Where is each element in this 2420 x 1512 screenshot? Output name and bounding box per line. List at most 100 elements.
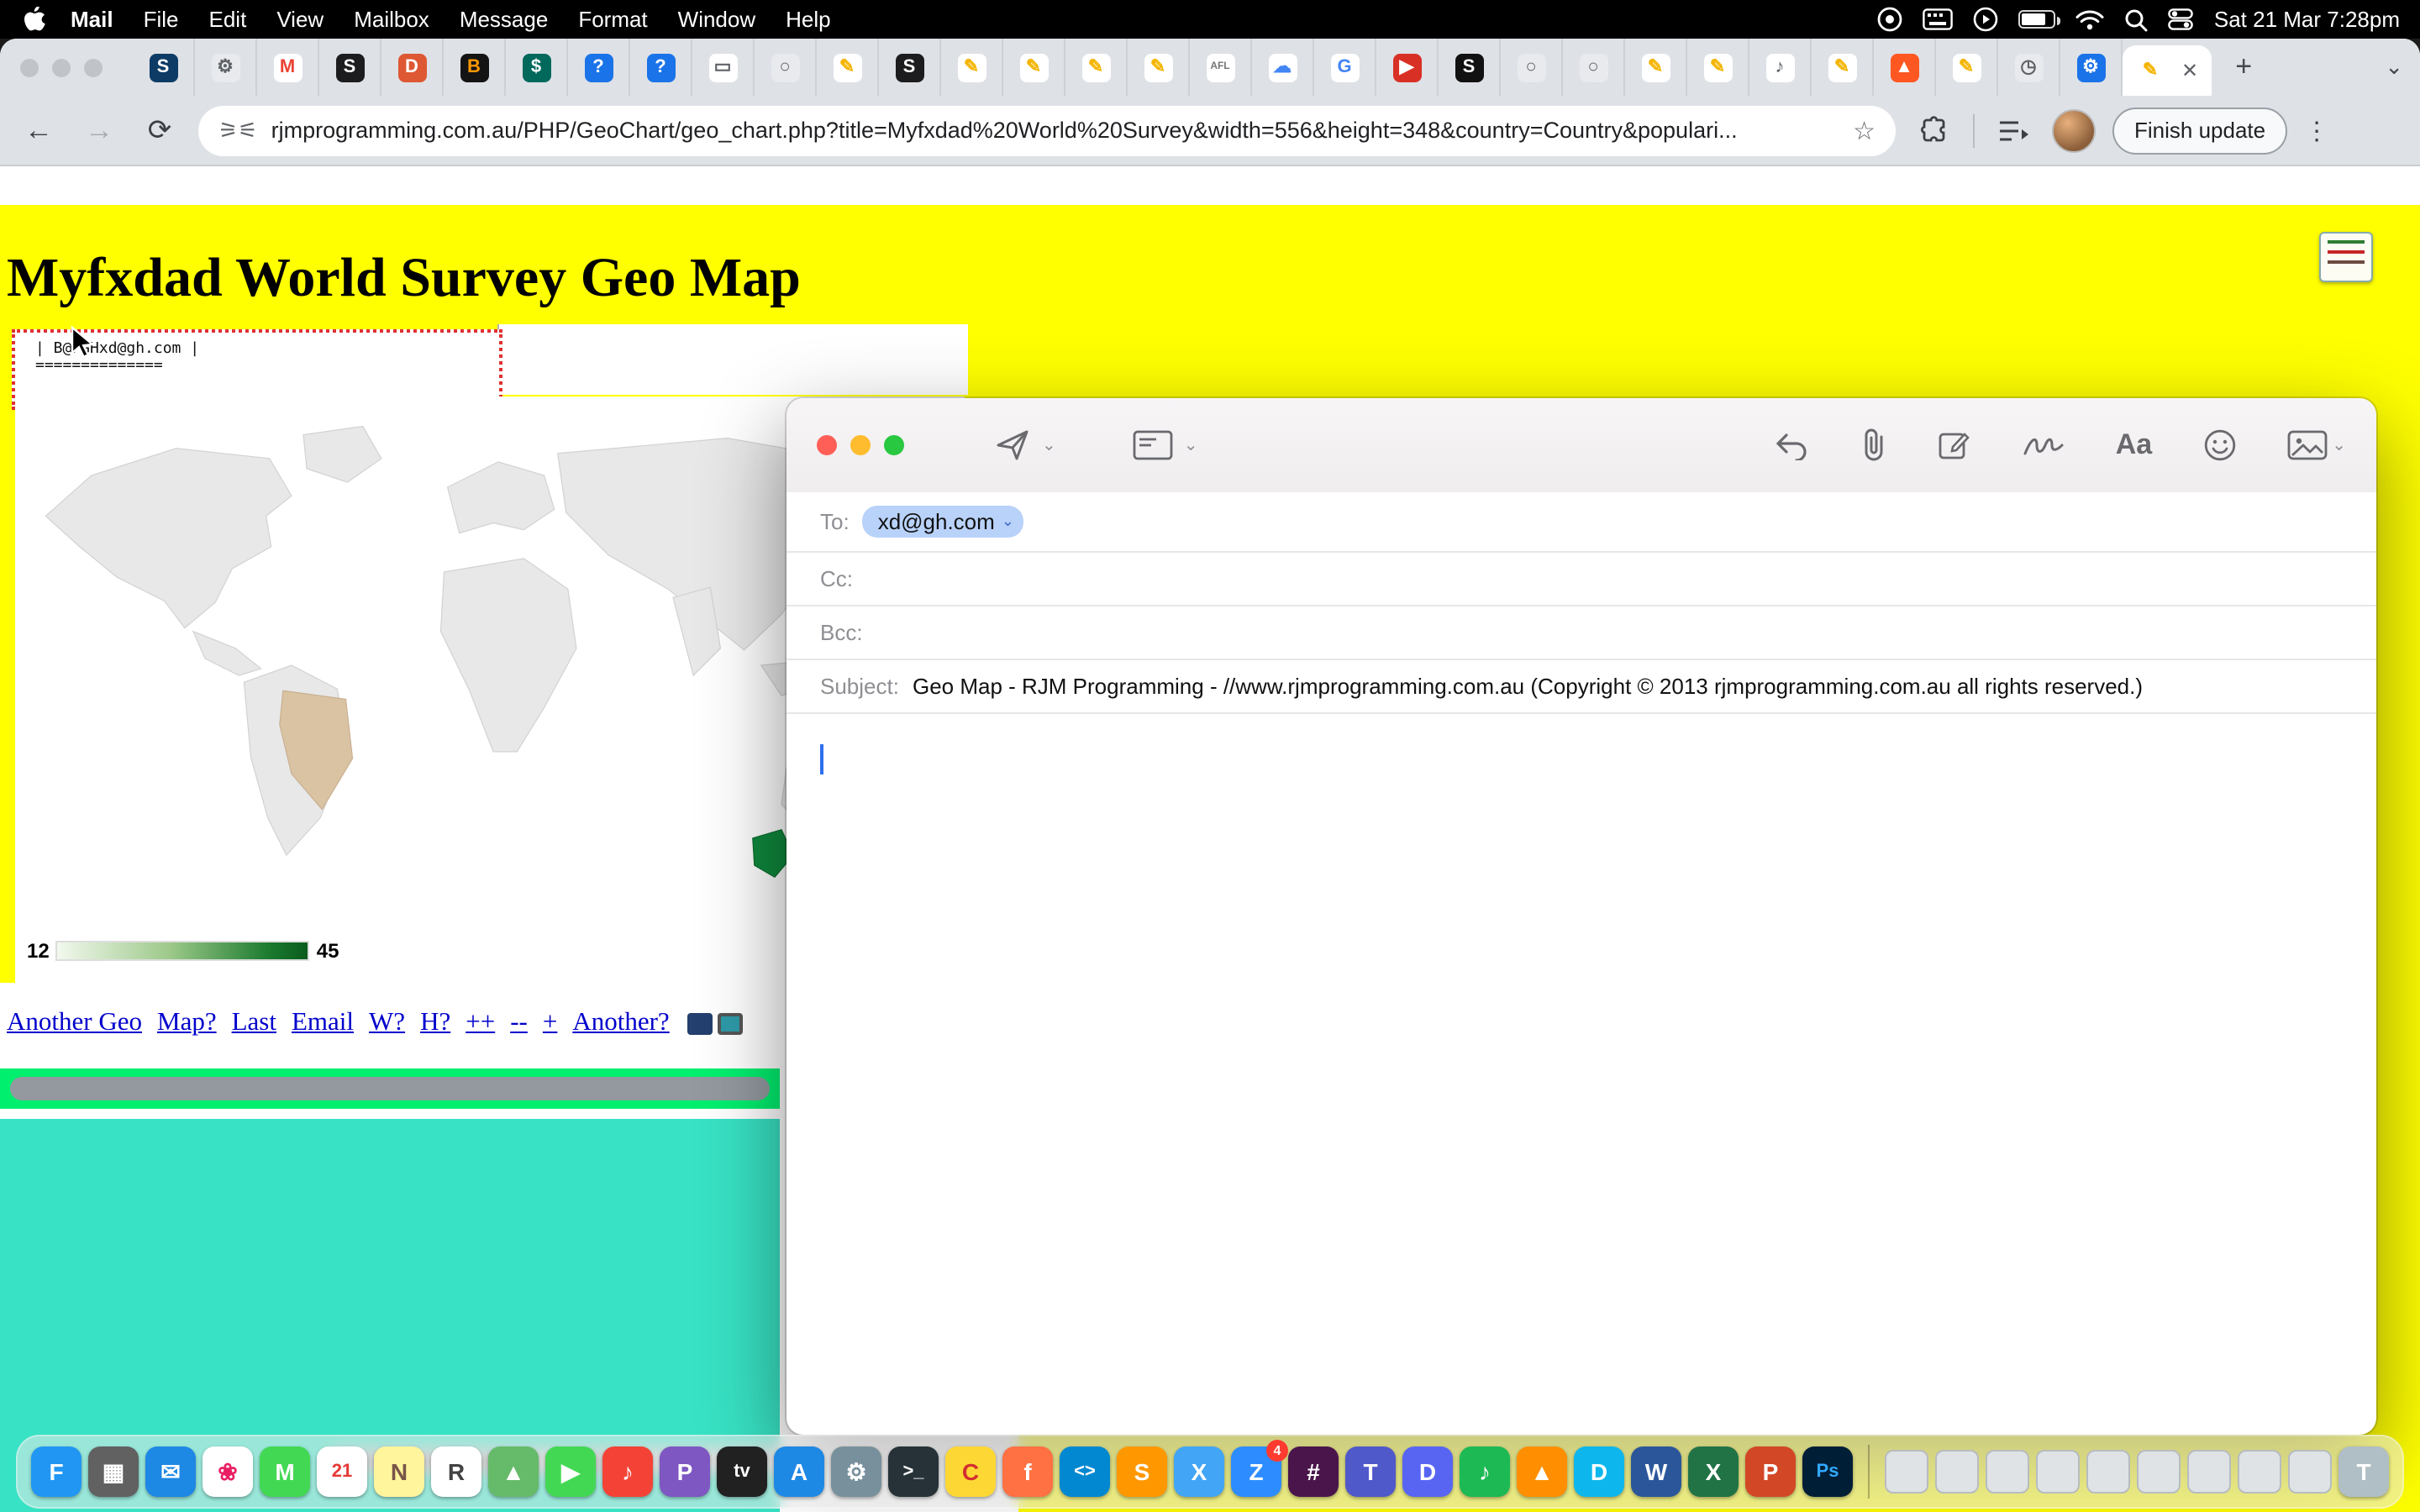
geo-link-[interactable]: --	[510, 1008, 528, 1038]
window-zoom-button[interactable]	[84, 58, 103, 76]
notepad-icon[interactable]	[2319, 232, 2373, 282]
dock-spotify-icon[interactable]: ♪	[1460, 1446, 1510, 1497]
minimized-window-4[interactable]	[2086, 1450, 2130, 1494]
subject-text[interactable]: Geo Map - RJM Programming - //www.rjmpro…	[913, 674, 2143, 699]
geo-link-[interactable]: ++	[466, 1008, 495, 1038]
dock-terminal-icon[interactable]: >_	[888, 1446, 939, 1497]
menu-edit[interactable]: Edit	[209, 7, 247, 32]
dock-zoom-icon[interactable]: Z4	[1231, 1446, 1281, 1497]
browser-tab-8[interactable]: ?	[630, 39, 692, 96]
geo-link-anothergeo[interactable]: Another Geo	[7, 1008, 142, 1038]
geo-link-last[interactable]: Last	[232, 1008, 276, 1038]
dock-photoshop-icon[interactable]: Ps	[1802, 1446, 1853, 1497]
compose-format-icon[interactable]	[1938, 428, 1971, 462]
header-fields-button[interactable]	[1134, 430, 1174, 460]
keyboard-icon[interactable]	[1923, 8, 1954, 30]
geo-link-another[interactable]: Another?	[572, 1008, 669, 1038]
menu-file[interactable]: File	[144, 7, 179, 32]
control-center-icon[interactable]	[2169, 8, 2194, 30]
window-close-button[interactable]	[20, 58, 39, 76]
minimized-window-7[interactable]	[2238, 1450, 2281, 1494]
finish-update-button[interactable]: Finish update	[2112, 107, 2287, 154]
browser-tab-4[interactable]: D	[381, 39, 444, 96]
browser-tab-19[interactable]: G	[1314, 39, 1376, 96]
browser-tab-0[interactable]: S	[133, 39, 195, 96]
browser-tab-23[interactable]: ○	[1563, 39, 1625, 96]
mail-minimize-button[interactable]	[850, 435, 871, 455]
browser-tab-25[interactable]: ✎	[1687, 39, 1749, 96]
dock-powerpoint-icon[interactable]: P	[1745, 1446, 1796, 1497]
reload-button[interactable]: ⟳	[138, 108, 182, 152]
dock-discord-icon[interactable]: D	[1402, 1446, 1453, 1497]
browser-tab-13[interactable]: ✎	[941, 39, 1003, 96]
dock-word-icon[interactable]: W	[1631, 1446, 1681, 1497]
play-status-icon[interactable]	[1974, 7, 1999, 32]
browser-tab-active[interactable]: ✎ ✕	[2123, 45, 2212, 96]
dock-messages-icon[interactable]: M	[260, 1446, 310, 1497]
browser-tab-17[interactable]: AFL	[1190, 39, 1252, 96]
menu-help[interactable]: Help	[786, 7, 831, 32]
browser-tab-21[interactable]: S	[1439, 39, 1501, 96]
book-icon[interactable]	[688, 1012, 713, 1034]
dock-sublime-icon[interactable]: S	[1117, 1446, 1167, 1497]
mail-close-button[interactable]	[817, 435, 837, 455]
browser-tab-7[interactable]: ?	[568, 39, 630, 96]
browser-tab-1[interactable]: ⚙	[195, 39, 257, 96]
browser-tab-6[interactable]: $	[506, 39, 568, 96]
window-minimize-button[interactable]	[52, 58, 71, 76]
bcc-field[interactable]: Bcc:	[786, 606, 2376, 660]
browser-tab-24[interactable]: ✎	[1625, 39, 1687, 96]
message-body[interactable]	[786, 714, 2376, 1352]
minimized-window-2[interactable]	[1986, 1450, 2029, 1494]
dock-calendar-icon[interactable]: 21	[317, 1446, 367, 1497]
geo-link-w[interactable]: W?	[369, 1008, 405, 1038]
dock-vlc-icon[interactable]: ▲	[1517, 1446, 1567, 1497]
signature-icon[interactable]	[2022, 430, 2065, 460]
dock-music-icon[interactable]: ♪	[602, 1446, 653, 1497]
dock-notes-icon[interactable]: N	[374, 1446, 424, 1497]
to-field[interactable]: To: xd@gh.com ⌄	[786, 492, 2376, 553]
menu-message[interactable]: Message	[460, 7, 549, 32]
geo-link-[interactable]: +	[543, 1008, 558, 1038]
tab-close-icon[interactable]: ✕	[2181, 59, 2198, 82]
minimized-window-6[interactable]	[2187, 1450, 2231, 1494]
dock-podcasts-icon[interactable]: P	[660, 1446, 710, 1497]
address-bar[interactable]: ⚞⚟ rjmprogramming.com.au/PHP/GeoChart/ge…	[198, 105, 1896, 155]
minimized-window-0[interactable]	[1885, 1450, 1928, 1494]
browser-tab-31[interactable]: ⚙	[2060, 39, 2123, 96]
browser-tab-3[interactable]: S	[319, 39, 381, 96]
dock-xcode-icon[interactable]: X	[1174, 1446, 1224, 1497]
browser-tab-27[interactable]: ✎	[1812, 39, 1874, 96]
cc-field[interactable]: Cc:	[786, 553, 2376, 606]
browser-tab-5[interactable]: B	[444, 39, 506, 96]
browser-tab-30[interactable]: ◷	[1998, 39, 2060, 96]
dock-maps-icon[interactable]: ▲	[488, 1446, 539, 1497]
browser-tab-12[interactable]: S	[879, 39, 941, 96]
menu-mailbox[interactable]: Mailbox	[354, 7, 429, 32]
forward-button[interactable]: →	[77, 108, 121, 152]
send-button[interactable]	[995, 428, 1032, 462]
browser-tab-2[interactable]: M	[257, 39, 319, 96]
bookmark-star-icon[interactable]: ☆	[1853, 115, 1876, 145]
browser-tab-26[interactable]: ♪	[1749, 39, 1812, 96]
browser-tab-20[interactable]: ▶	[1376, 39, 1439, 96]
dock-teams-icon[interactable]: T	[1345, 1446, 1396, 1497]
dock-launchpad-icon[interactable]: ▦	[88, 1446, 139, 1497]
photo-browser-chevron-icon[interactable]: ⌄	[2332, 436, 2346, 454]
geo-link-h[interactable]: H?	[420, 1008, 450, 1038]
dock-photos-icon[interactable]: ❀	[203, 1446, 253, 1497]
dock-firefox-icon[interactable]: f	[1002, 1446, 1053, 1497]
fonts-button[interactable]: Aa	[2116, 428, 2152, 462]
recipient-chevron-icon[interactable]: ⌄	[1002, 512, 1014, 531]
extensions-icon[interactable]	[1912, 108, 1956, 152]
attachment-icon[interactable]	[1860, 428, 1887, 462]
browser-tab-29[interactable]: ✎	[1936, 39, 1998, 96]
site-settings-icon[interactable]: ⚞⚟	[218, 117, 258, 144]
header-fields-chevron-icon[interactable]: ⌄	[1184, 436, 1198, 454]
send-options-chevron-icon[interactable]: ⌄	[1042, 436, 1056, 454]
battery-icon[interactable]	[2019, 10, 2056, 29]
dock-excel-icon[interactable]: X	[1688, 1446, 1739, 1497]
subject-field[interactable]: Subject: Geo Map - RJM Programming - //w…	[786, 660, 2376, 714]
back-button[interactable]: ←	[17, 108, 60, 152]
recipient-token[interactable]: xd@gh.com ⌄	[863, 506, 1024, 538]
